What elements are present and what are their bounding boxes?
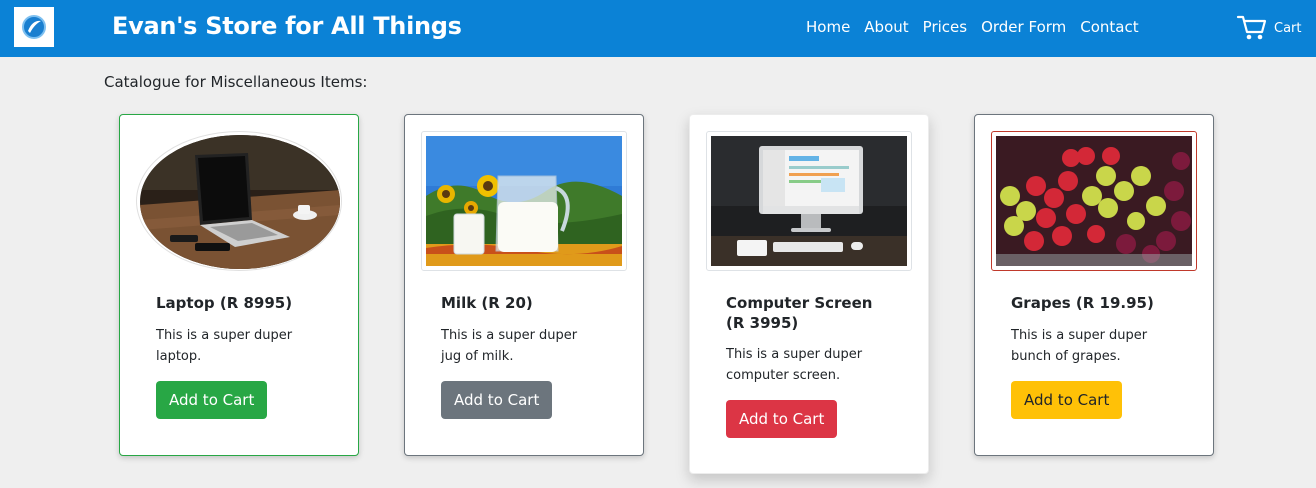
nav-order-form-link[interactable]: Order Form <box>981 18 1066 36</box>
product-description: This is a super duper computer screen. <box>726 347 863 383</box>
cart-link[interactable]: Cart <box>1236 14 1302 42</box>
add-to-cart-button[interactable]: Add to Cart <box>156 381 268 419</box>
product-title: Computer Screen (R 3995) <box>726 294 873 332</box>
product-card-grapes: Grapes (R 19.95) This is a super duper b… <box>974 114 1214 456</box>
add-to-cart-button[interactable]: Add to Cart <box>441 381 553 419</box>
add-to-cart-button[interactable]: Add to Cart <box>726 400 838 438</box>
logo-icon <box>22 15 46 39</box>
product-description: This is a super duper laptop. <box>156 328 293 364</box>
product-title: Milk (R 20) <box>441 294 533 312</box>
add-to-cart-button[interactable]: Add to Cart <box>1011 381 1123 419</box>
product-card-laptop: Laptop (R 8995) This is a super duper la… <box>119 114 359 456</box>
product-title: Laptop (R 8995) <box>156 294 293 312</box>
nav-prices-link[interactable]: Prices <box>923 18 967 36</box>
product-description: This is a super duper jug of milk. <box>441 328 578 364</box>
product-description: This is a super duper bunch of grapes. <box>1011 328 1148 364</box>
logo[interactable] <box>14 7 54 47</box>
catalogue-title: Catalogue for Miscellaneous Items: <box>104 73 368 91</box>
nav-links: Home About Prices Order Form Contact <box>806 18 1139 36</box>
product-card-computer-screen: Computer Screen (R 3995) This is a super… <box>689 114 929 474</box>
nav-about-link[interactable]: About <box>864 18 908 36</box>
cart-label: Cart <box>1274 20 1302 36</box>
navbar: Evan's Store for All Things Home About P… <box>0 0 1316 57</box>
milk-image <box>421 131 627 271</box>
cart-icon <box>1236 15 1267 40</box>
grapes-image <box>991 131 1197 271</box>
nav-home-link[interactable]: Home <box>806 18 850 36</box>
computer-screen-image <box>706 131 912 271</box>
laptop-image <box>136 131 342 271</box>
brand-title[interactable]: Evan's Store for All Things <box>112 12 462 40</box>
nav-contact-link[interactable]: Contact <box>1080 18 1138 36</box>
product-title: Grapes (R 19.95) <box>1011 294 1154 312</box>
product-card-milk: Milk (R 20) This is a super duper jug of… <box>404 114 644 456</box>
